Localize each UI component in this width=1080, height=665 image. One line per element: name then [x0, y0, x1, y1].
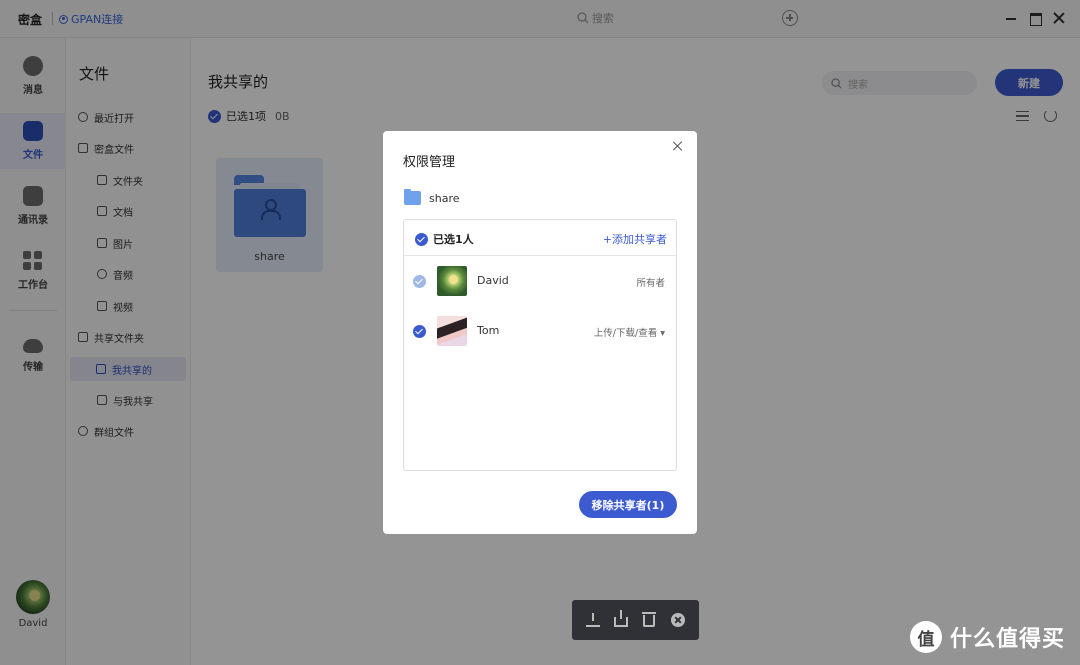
close-icon[interactable] [671, 139, 685, 153]
member-row[interactable]: David 所有者 [404, 261, 676, 301]
selection-action-bar [572, 600, 699, 640]
avatar [437, 266, 467, 296]
member-checkbox[interactable] [413, 325, 426, 338]
member-role: 所有者 [636, 278, 665, 289]
member-panel: 已选1人 +添加共享者 David 所有者 Tom 上传/下载/查看 ▾ [403, 219, 677, 471]
dialog-folder: share [404, 189, 460, 205]
selected-member-count: 已选1人 [433, 233, 474, 246]
remove-sharer-button[interactable]: 移除共享者(1) [579, 491, 677, 518]
member-panel-header: 已选1人 +添加共享者 [404, 220, 676, 256]
member-name: Tom [477, 324, 500, 337]
dialog-title: 权限管理 [403, 155, 456, 170]
permission-dropdown[interactable]: 上传/下载/查看 ▾ [594, 325, 665, 339]
delete-icon[interactable] [642, 612, 656, 627]
permission-dialog: 权限管理 share 已选1人 +添加共享者 David 所有者 Tom 上传/… [383, 131, 697, 534]
member-checkbox[interactable] [413, 275, 426, 288]
folder-icon [404, 189, 421, 205]
member-name: David [477, 274, 509, 287]
member-row[interactable]: Tom 上传/下载/查看 ▾ [404, 311, 676, 351]
share-icon[interactable] [614, 610, 628, 627]
add-sharer-button[interactable]: +添加共享者 [603, 231, 667, 247]
select-all-checkbox[interactable] [415, 232, 428, 246]
watermark-text: 什么值得买 [950, 627, 1066, 652]
watermark: 什么值得买 [910, 621, 1065, 653]
watermark-logo-icon [910, 621, 942, 653]
avatar [437, 316, 467, 346]
dialog-folder-name: share [429, 191, 460, 205]
download-icon[interactable] [586, 613, 600, 627]
close-icon[interactable] [671, 613, 685, 627]
